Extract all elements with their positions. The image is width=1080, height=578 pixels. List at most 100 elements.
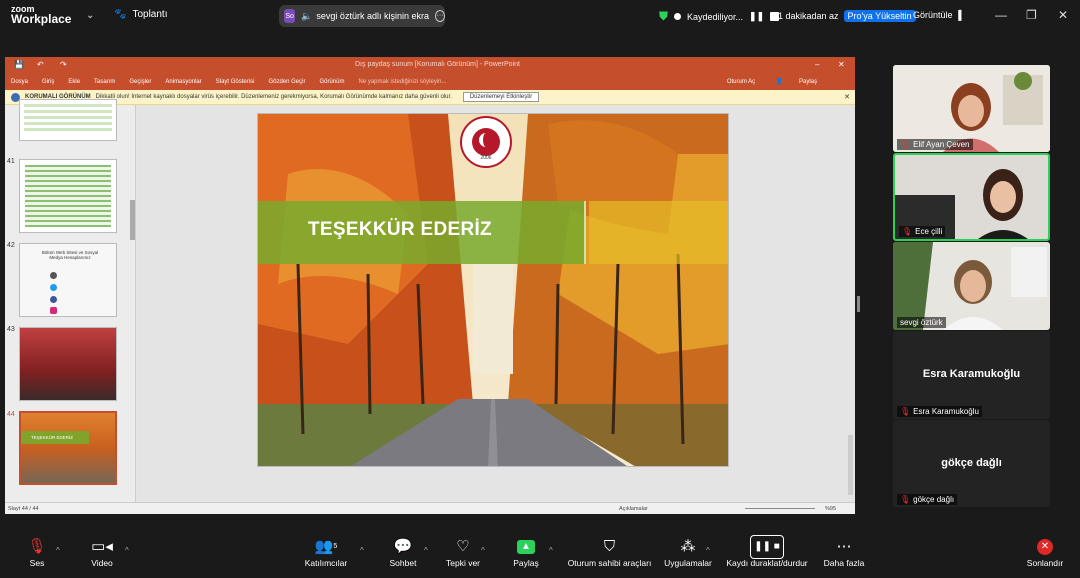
video-label: Video: [91, 558, 113, 568]
ribbon-tab-slideshow[interactable]: Slayt Gösterisi: [216, 79, 255, 85]
ribbon-tab-view[interactable]: Görünüm: [319, 79, 344, 85]
slide-thumbnails-pane: 41 42 Bölüm Web Sitesi ve Sosyal Medya H…: [5, 99, 136, 502]
share-screen-button[interactable]: ▲ Paylaş: [481, 536, 571, 568]
caret-up-icon[interactable]: ^: [125, 546, 129, 555]
ribbon-tab-home[interactable]: Giriş: [42, 79, 54, 85]
slide-thumbnail-43[interactable]: [19, 327, 117, 401]
thumbnail-scrollbar[interactable]: [130, 200, 135, 240]
thumb-number: 42: [7, 242, 15, 249]
redo-icon[interactable]: ↷: [60, 60, 67, 69]
video-button[interactable]: ▭◂ Video: [57, 536, 147, 568]
meeting-toolbar: 🎙︎ Ses ^ ▭◂ Video ^ 👥 5 Katılımcılar ^ 💬 …: [0, 535, 1080, 578]
canvas-scrollbar[interactable]: [848, 435, 853, 495]
ppt-close-icon[interactable]: ✕: [838, 60, 845, 69]
end-label: Sonlandır: [1026, 558, 1064, 568]
minimize-icon[interactable]: —: [995, 8, 1007, 22]
upgrade-button[interactable]: Pro'ya Yükseltin: [843, 10, 916, 22]
save-icon[interactable]: 💾: [14, 60, 24, 69]
thumb44-text: TEŞEKKÜR EDERİZ: [21, 431, 89, 444]
slide-thumbnail-41[interactable]: [19, 159, 117, 233]
screen-share-pill[interactable]: So 🔈 sevgi öztürk adlı kişinin ekra ···: [279, 5, 445, 27]
ppt-account: Oturum Aç 👤 Paylaş: [727, 78, 831, 85]
paw-icon: 🐾: [114, 9, 127, 20]
caret-up-icon[interactable]: ^: [549, 546, 553, 555]
more-options-icon[interactable]: ···: [434, 10, 445, 22]
slide-thumbnail-44[interactable]: TEŞEKKÜR EDERİZ: [19, 411, 117, 485]
meeting-menu[interactable]: 🐾 Toplantı: [114, 9, 167, 20]
enable-editing-button[interactable]: Düzenlemeyi Etkinleştir: [462, 92, 540, 102]
participant-tile[interactable]: 🎙︎ Elif Ayan Çeven: [893, 65, 1050, 152]
slide-thumbnail-42[interactable]: Bölüm Web Sitesi ve Sosyal Medya Hesapla…: [19, 243, 117, 317]
ppt-window-title: Dış paydaş sunum [Korumalı Görünüm] - Po…: [355, 61, 520, 68]
thumb-number: 44: [7, 411, 15, 418]
avatar: So: [284, 9, 296, 23]
ribbon-tab-file[interactable]: Dosya: [11, 79, 28, 85]
participant-name-tag: sevgi öztürk: [897, 317, 946, 328]
zoom-level[interactable]: %95: [825, 506, 836, 512]
end-x-icon: ✕: [1000, 536, 1080, 558]
participants-count: 5: [333, 543, 338, 550]
recording-status: ⛊ Kaydediliyor... ❚❚: [659, 9, 780, 24]
participant-name: sevgi öztürk: [900, 318, 943, 327]
ppt-minimize-icon[interactable]: –: [815, 60, 819, 69]
participant-tile-active-speaker[interactable]: 🎙︎ Ece çilli: [893, 153, 1050, 241]
participant-name-tag: 🎙︎ Elif Ayan Çeven: [897, 139, 973, 150]
participant-tile[interactable]: Esra Karamukoğlu 🎙︎ Esra Karamukoğlu: [893, 331, 1050, 419]
slide-thumbnail[interactable]: [19, 99, 117, 141]
video-camera-icon: ▭◂: [91, 538, 113, 555]
view-grid-icon: ▐: [955, 10, 962, 20]
caret-up-icon[interactable]: ^: [706, 546, 710, 555]
ribbon-tab-review[interactable]: Gözden Geçir: [268, 79, 305, 85]
view-label: Görüntüle: [913, 10, 953, 20]
participant-name-tag: 🎙︎ Esra Karamukoğlu: [897, 406, 982, 417]
share-screen-icon: ▲: [481, 536, 571, 558]
shared-powerpoint-window: 💾 ↶ ↷ Dış paydaş sunum [Korumalı Görünüm…: [5, 57, 855, 514]
thumb-number: 41: [7, 158, 15, 165]
share-pill-text: sevgi öztürk adlı kişinin ekra: [316, 11, 429, 21]
participant-display-name: Esra Karamukoğlu: [922, 368, 1021, 380]
participant-tile[interactable]: sevgi öztürk: [893, 242, 1050, 330]
ribbon-tab-animations[interactable]: Animasyonlar: [165, 79, 201, 85]
meeting-label: Toplantı: [132, 9, 168, 20]
chevron-down-icon[interactable]: ⌄: [86, 10, 94, 21]
pause-recording-icon[interactable]: ❚❚: [749, 11, 764, 22]
ppt-title-bar: 💾 ↶ ↷ Dış paydaş sunum [Korumalı Görünüm…: [5, 57, 855, 74]
ribbon-tab-design[interactable]: Tasarım: [94, 79, 115, 85]
mic-muted-icon: 🎙︎: [900, 407, 911, 416]
panel-resize-handle[interactable]: [857, 296, 860, 312]
close-icon[interactable]: ✕: [1058, 8, 1068, 22]
ribbon-tab-transitions[interactable]: Geçişler: [129, 79, 151, 85]
participant-name: Ece çilli: [915, 227, 943, 236]
mic-muted-icon: 🎙︎: [900, 495, 911, 504]
slide-canvas: 2006 TEŞEKKÜR EDERİZ: [137, 105, 855, 502]
more-button[interactable]: ⋯ Daha fazla: [799, 536, 889, 568]
protected-view-bar: KORUMALI GÖRÜNÜM Dikkatli olun! Internet…: [5, 90, 855, 105]
undo-icon[interactable]: ↶: [37, 60, 44, 69]
remaining-text: 1 dakikadan az: [778, 11, 839, 21]
zoom-slider[interactable]: [745, 508, 815, 509]
close-bar-icon[interactable]: ✕: [844, 93, 850, 101]
ppt-status-bar: Slayt 44 / 44 Açıklamalar %95: [5, 502, 855, 514]
view-button[interactable]: Görüntüle ▐: [913, 10, 961, 20]
slide-counter: Slayt 44 / 44: [8, 506, 39, 512]
sign-in-link[interactable]: Oturum Aç: [727, 79, 755, 85]
tell-me-search[interactable]: Ne yapmak istediğinizi söyleyin...: [358, 79, 446, 85]
recording-label: Kaydediliyor...: [687, 11, 744, 22]
zoom-logo: zoom Workplace: [11, 4, 72, 26]
thumb42-text: Bölüm Web Sitesi ve Sosyal Medya Hesapla…: [41, 250, 99, 260]
more-dots-icon: ⋯: [836, 538, 852, 555]
ppt-share-button[interactable]: Paylaş: [799, 79, 817, 85]
participant-name: Esra Karamukoğlu: [913, 407, 979, 416]
protected-text: Dikkatli olun! Internet kaynaklı dosyala…: [95, 94, 452, 100]
participant-name: gökçe dağlı: [913, 495, 955, 504]
ribbon-tab-insert[interactable]: Ekle: [68, 79, 80, 85]
participant-tile[interactable]: gökçe dağlı 🎙︎ gökçe dağlı: [893, 420, 1050, 507]
notes-button[interactable]: Açıklamalar: [619, 506, 648, 512]
ppt-ribbon-tabs: Dosya Giriş Ekle Tasarım Geçişler Animas…: [5, 74, 855, 90]
more-label: Daha fazla: [823, 558, 865, 568]
end-meeting-button[interactable]: ✕ Sonlandır: [1000, 536, 1080, 568]
mic-muted-icon: 🎙︎: [900, 140, 911, 149]
title-banner-accent: [589, 201, 728, 264]
restore-icon[interactable]: ❐: [1026, 8, 1037, 22]
logo-bottom: Workplace: [11, 12, 72, 26]
